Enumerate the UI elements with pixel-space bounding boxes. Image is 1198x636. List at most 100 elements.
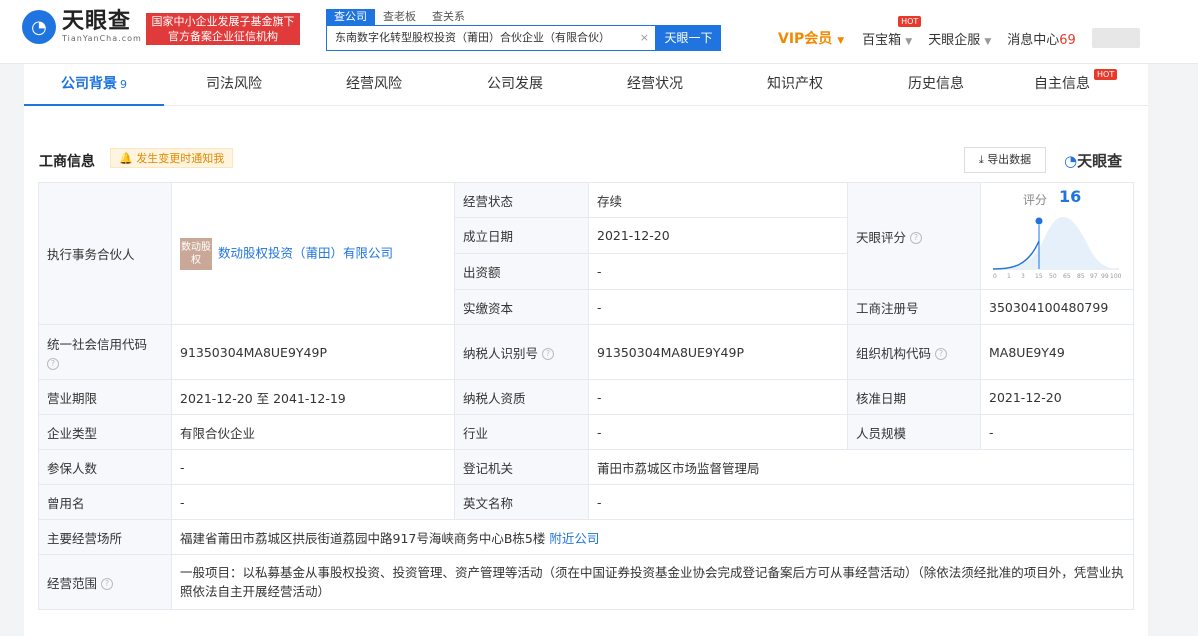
- tab-self-info[interactable]: 自主信息 HOT: [992, 64, 1132, 106]
- credit-code-value: 91350304MA8UE9Y49P: [171, 324, 455, 380]
- english-name-value: -: [588, 484, 1134, 520]
- curve-tick: 100: [1110, 273, 1121, 280]
- bell-icon: 🔔: [119, 152, 133, 165]
- gov-badge: 国家中小企业发展子基金旗下 官方备案企业征信机构: [146, 13, 300, 45]
- score-label-cell: 天眼评分?: [847, 182, 981, 290]
- qifu-menu[interactable]: 天眼企服 ▼: [928, 29, 991, 48]
- search-tab-boss[interactable]: 查老板: [375, 9, 424, 25]
- avatar[interactable]: [1091, 28, 1140, 48]
- address-label: 主要经营场所: [38, 519, 172, 555]
- help-icon[interactable]: ?: [542, 348, 555, 360]
- caret-down-icon: ▼: [837, 36, 845, 46]
- caret-down-icon: ▼: [905, 36, 913, 47]
- scope-label: 经营范围?: [38, 554, 172, 610]
- search-input[interactable]: 东南数字化转型股权投资（莆田）合伙企业（有限合伙） ×: [326, 25, 656, 51]
- tab-judicial-risk[interactable]: 司法风险: [164, 64, 304, 106]
- export-label: 导出数据: [987, 153, 1032, 166]
- export-button[interactable]: ⤓ 导出数据: [964, 147, 1046, 173]
- partner-cell: 数动股权 数动股权投资（莆田）有限公司: [171, 182, 455, 325]
- approve-date-label: 核准日期: [847, 379, 981, 415]
- logo-eye-icon: ◔: [22, 10, 56, 44]
- credit-code-label-text: 统一社会信用代码: [47, 337, 148, 353]
- logo-text-en: TianYanCha.com: [62, 34, 142, 43]
- gov-badge-line1: 国家中小企业发展子基金旗下: [151, 15, 295, 28]
- tab-count: 9: [120, 78, 127, 91]
- reg-no-label: 工商注册号: [847, 289, 981, 325]
- business-info-table: 执行事务合伙人 数动股权 数动股权投资（莆田）有限公司 经营状态 存续 天眼评分?…: [38, 182, 1134, 610]
- scope-label-text: 经营范围: [47, 575, 98, 591]
- brand-watermark: ◔天眼查: [1064, 150, 1122, 171]
- industry-label: 行业: [454, 414, 589, 450]
- capital-value: -: [588, 253, 848, 290]
- logo-text-cn: 天眼查: [62, 9, 132, 34]
- curve-tick: 0: [993, 273, 997, 280]
- nearby-companies-link[interactable]: 附近公司: [549, 531, 599, 546]
- tab-company-background[interactable]: 公司背景 9: [24, 64, 164, 106]
- paid-capital-label: 实缴资本: [454, 289, 589, 325]
- message-center[interactable]: 消息中心69: [1007, 29, 1076, 48]
- authority-value: 莆田市荔城区市场监督管理局: [588, 449, 1134, 485]
- curve-tick: 85: [1077, 273, 1085, 280]
- credit-code-label: 统一社会信用代码?: [38, 324, 172, 380]
- scope-value: 一般项目：以私募基金从事股权投资、投资管理、资产管理等活动（须在中国证券投资基金…: [171, 554, 1134, 610]
- message-count: 69: [1059, 32, 1076, 48]
- tab-history[interactable]: 历史信息: [866, 64, 1006, 106]
- staff-size-label: 人员规模: [847, 414, 981, 450]
- section-title: 工商信息: [39, 154, 95, 170]
- site-logo[interactable]: ◔ 天眼查 TianYanCha.com: [22, 10, 142, 44]
- term-value: 2021-12-20 至 2041-12-19: [171, 379, 455, 415]
- hot-badge: HOT: [898, 15, 922, 27]
- top-header: ◔ 天眼查 TianYanCha.com 国家中小企业发展子基金旗下 官方备案企…: [0, 0, 1198, 64]
- header-nav: VIP会员 ▼ 百宝箱 ▼ HOT 天眼企服 ▼ 消息中心69: [778, 15, 1140, 48]
- score-curve-chart: 0 1 3 15 50 65 85 97 99 100: [993, 217, 1121, 280]
- tab-development[interactable]: 公司发展: [445, 64, 585, 106]
- founded-label: 成立日期: [454, 217, 589, 254]
- staff-size-value: -: [980, 414, 1134, 450]
- capital-label: 出资额: [454, 253, 589, 290]
- curve-tick: 15: [1035, 273, 1043, 280]
- download-icon: ⤓: [978, 153, 984, 166]
- vip-menu[interactable]: VIP会员 ▼: [778, 28, 844, 48]
- insured-value: -: [171, 449, 455, 485]
- score-text: 评分: [1023, 193, 1048, 207]
- org-code-value: MA8UE9Y49: [980, 324, 1134, 380]
- status-value: 存续: [588, 182, 848, 218]
- score-marker-dot: [1035, 217, 1043, 225]
- company-type-label: 企业类型: [38, 414, 172, 450]
- qifu-label: 天眼企服: [928, 32, 981, 48]
- partner-label: 执行事务合伙人: [38, 182, 172, 325]
- address-cell: 福建省莆田市荔城区拱辰街道荔园中路917号海峡商务中心B栋5楼 附近公司: [171, 519, 1134, 555]
- term-label: 营业期限: [38, 379, 172, 415]
- search-button[interactable]: 天眼一下: [656, 25, 721, 51]
- notify-label: 发生变更时通知我: [136, 152, 225, 165]
- tab-business-risk[interactable]: 经营风险: [304, 64, 444, 106]
- tax-id-label-text: 纳税人识别号: [463, 345, 539, 361]
- help-icon[interactable]: ?: [910, 232, 923, 244]
- tab-operation[interactable]: 经营状况: [585, 64, 725, 106]
- brand-eye-icon: ◔: [1064, 152, 1078, 170]
- tab-ip[interactable]: 知识产权: [725, 64, 865, 106]
- search-tab-company[interactable]: 查公司: [326, 9, 375, 25]
- industry-value: -: [588, 414, 848, 450]
- search-tabs: 查公司 查老板 查关系: [326, 9, 473, 25]
- status-label: 经营状态: [454, 182, 589, 218]
- baobaoxiang-menu[interactable]: 百宝箱 ▼ HOT: [862, 15, 922, 48]
- english-name-label: 英文名称: [454, 484, 589, 520]
- tax-qual-label: 纳税人资质: [454, 379, 589, 415]
- help-icon[interactable]: ?: [935, 348, 948, 360]
- clear-icon[interactable]: ×: [640, 26, 649, 50]
- notify-button[interactable]: 🔔 发生变更时通知我: [110, 148, 234, 168]
- search-tab-relation[interactable]: 查关系: [424, 9, 473, 25]
- partner-link[interactable]: 数动股权投资（莆田）有限公司: [218, 245, 393, 260]
- business-info-panel: 工商信息 🔔 发生变更时通知我 ⤓ 导出数据 ◔天眼查 执行事务合伙人 数动股权…: [24, 106, 1148, 636]
- curve-tick: 1: [1007, 273, 1011, 280]
- tab-label: 公司背景: [61, 76, 117, 92]
- help-icon[interactable]: ?: [47, 357, 59, 370]
- gov-badge-line2: 官方备案企业征信机构: [168, 30, 278, 43]
- help-icon[interactable]: ?: [101, 578, 114, 590]
- curve-tick: 50: [1049, 273, 1057, 280]
- address-value: 福建省莆田市荔城区拱辰街道荔园中路917号海峡商务中心B栋5楼: [180, 530, 546, 546]
- org-code-label: 组织机构代码?: [847, 324, 981, 380]
- message-label: 消息中心: [1007, 32, 1060, 48]
- baobaoxiang-label: 百宝箱: [862, 32, 902, 48]
